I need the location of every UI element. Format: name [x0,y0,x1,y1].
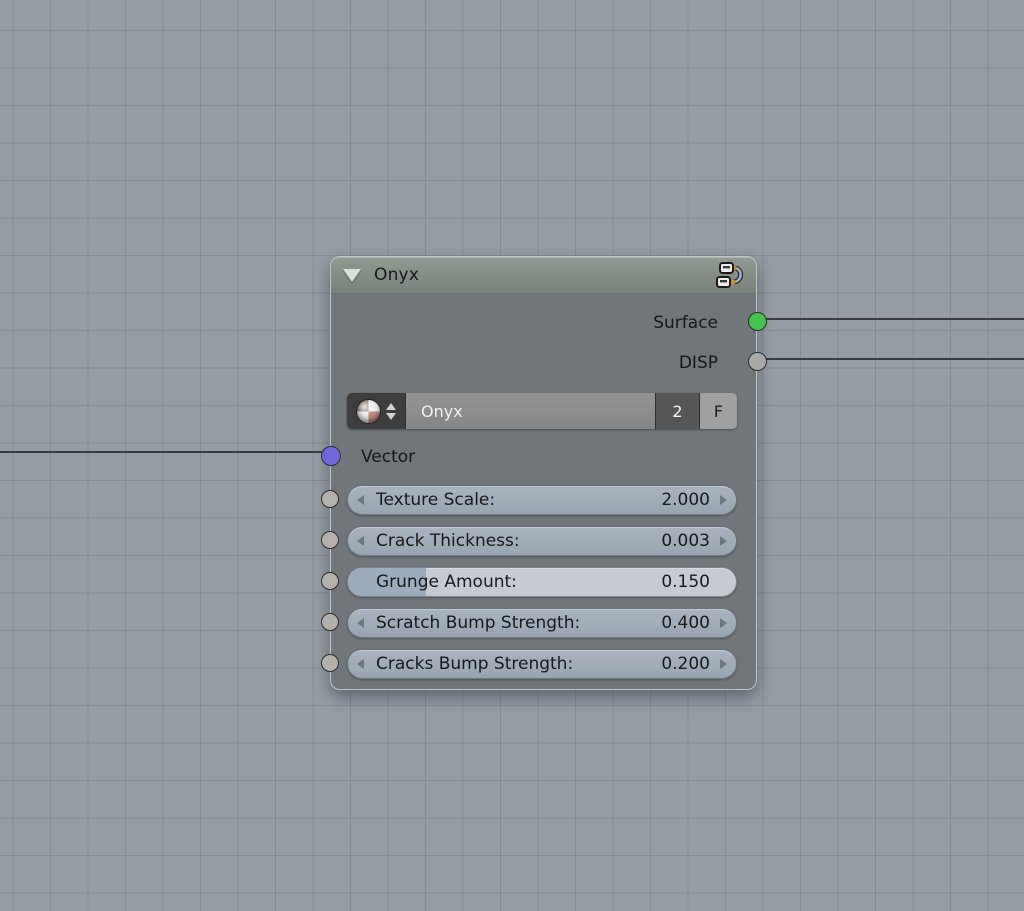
slider-value: 0.003 [661,527,710,555]
material-selector[interactable]: Onyx 2 F [347,393,737,429]
slider-scratch-bump-strength[interactable]: Scratch Bump Strength: 0.400 [347,608,737,638]
material-browse-button[interactable] [347,393,405,429]
material-name-field[interactable]: Onyx [405,393,655,429]
wire-from-surface-output [756,318,1024,320]
slider-crack-thickness[interactable]: Crack Thickness: 0.003 [347,526,737,556]
output-label-disp: DISP [679,352,718,374]
updown-arrows-icon[interactable] [386,403,396,420]
slider-label: Grunge Amount: [376,568,517,596]
slider-cracks-bump-strength[interactable]: Cracks Bump Strength: 0.200 [347,649,737,679]
arrow-right-icon[interactable] [720,536,727,546]
socket-output-disp[interactable] [748,352,767,371]
arrow-right-icon[interactable] [720,618,727,628]
node-group-icon [714,260,746,290]
arrow-right-icon[interactable] [720,495,727,505]
arrow-right-icon[interactable] [720,659,727,669]
slider-label: Crack Thickness: [376,527,520,555]
input-label-vector: Vector [361,447,415,468]
material-fake-user-button[interactable]: F [699,393,737,429]
node-editor-canvas[interactable]: Onyx Surface DISP [0,0,1024,911]
wire-to-vector-input [0,451,331,453]
slider-grunge-amount[interactable]: Grunge Amount: 0.150 [347,567,737,597]
arrow-left-icon[interactable] [357,536,364,546]
socket-input-vector[interactable] [321,446,341,466]
slider-value: 0.200 [661,650,710,678]
material-sphere-icon [357,400,380,423]
slider-value: 0.400 [661,609,710,637]
material-users-count-button[interactable]: 2 [655,393,699,429]
socket-input-grunge-amount[interactable] [321,572,339,590]
output-label-surface: Surface [653,312,718,334]
socket-input-scratch-bump-strength[interactable] [321,613,339,631]
slider-value: 0.150 [661,568,710,596]
arrow-left-icon[interactable] [357,659,364,669]
socket-input-crack-thickness[interactable] [321,531,339,549]
slider-texture-scale[interactable]: Texture Scale: 2.000 [347,485,737,515]
socket-output-surface[interactable] [748,312,767,331]
slider-label: Cracks Bump Strength: [376,650,573,678]
node-title: Onyx [374,265,419,285]
arrow-left-icon[interactable] [357,618,364,628]
node-onyx[interactable]: Onyx Surface DISP [330,256,757,690]
slider-label: Scratch Bump Strength: [376,609,580,637]
socket-input-texture-scale[interactable] [321,490,339,508]
node-header[interactable]: Onyx [331,257,756,294]
collapse-triangle-icon[interactable] [343,269,361,282]
slider-value: 2.000 [661,486,710,514]
slider-label: Texture Scale: [376,486,495,514]
wire-from-disp-output [756,358,1024,360]
socket-input-cracks-bump-strength[interactable] [321,654,339,672]
arrow-left-icon[interactable] [357,495,364,505]
